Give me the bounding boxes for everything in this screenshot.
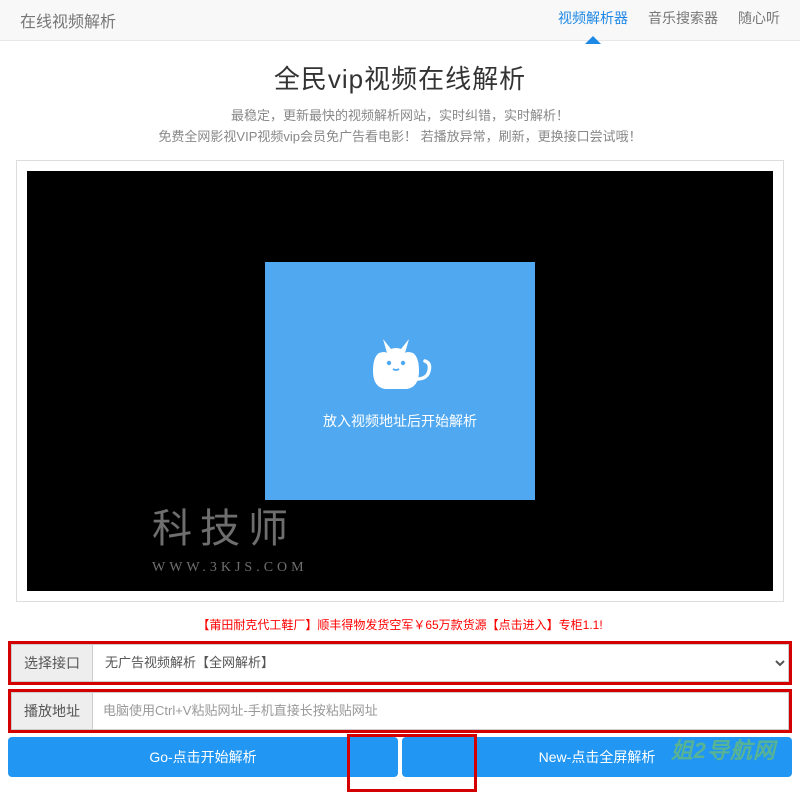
go-button[interactable]: Go-点击开始解析 [8, 737, 398, 777]
subtitle-line1: 最稳定，更新最快的视频解析网站，实时纠错，实时解析！ [0, 106, 800, 127]
button-row: Go-点击开始解析 New-点击全屏解析 [8, 737, 792, 777]
nav-link-parser[interactable]: 视频解析器 [558, 8, 628, 32]
navbar-brand: 在线视频解析 [20, 8, 116, 32]
player-content: 放入视频地址后开始解析 [265, 262, 535, 500]
player-frame: 放入视频地址后开始解析 科技师 WWW.3KJS.COM [16, 160, 784, 602]
watermark: 科技师 WWW.3KJS.COM [152, 496, 308, 576]
nav-link-listen[interactable]: 随心听 [738, 8, 780, 32]
player-area: 放入视频地址后开始解析 科技师 WWW.3KJS.COM [27, 171, 773, 591]
nav-link-music[interactable]: 音乐搜索器 [648, 8, 718, 32]
interface-row: 选择接口 无广告视频解析【全网解析】 [8, 641, 792, 685]
page-title: 全民vip视频在线解析 [0, 59, 800, 96]
ad-text[interactable]: 【莆田耐克代工鞋厂】顺丰得物发货空军￥65万款货源【点击进入】专柜1.1! [0, 616, 800, 633]
player-prompt: 放入视频地址后开始解析 [323, 411, 477, 431]
address-label: 播放地址 [11, 692, 92, 730]
interface-select[interactable]: 无广告视频解析【全网解析】 [92, 644, 789, 682]
cat-icon [365, 331, 435, 395]
address-row: 播放地址 [8, 689, 792, 733]
address-input[interactable] [92, 692, 789, 730]
watermark-sub: WWW.3KJS.COM [152, 560, 308, 576]
subtitle-line2: 免费全网影视VIP视频vip会员免广告看电影！ 若播放异常，刷新，更换接口尝试哦… [0, 127, 800, 148]
navbar: 在线视频解析 视频解析器 音乐搜索器 随心听 [0, 0, 800, 41]
nav-links: 视频解析器 音乐搜索器 随心听 [558, 8, 780, 32]
fullscreen-button[interactable]: New-点击全屏解析 [402, 737, 792, 777]
interface-label: 选择接口 [11, 644, 92, 682]
subtitle: 最稳定，更新最快的视频解析网站，实时纠错，实时解析！ 免费全网影视VIP视频vi… [0, 106, 800, 148]
watermark-main: 科技师 [152, 496, 308, 554]
